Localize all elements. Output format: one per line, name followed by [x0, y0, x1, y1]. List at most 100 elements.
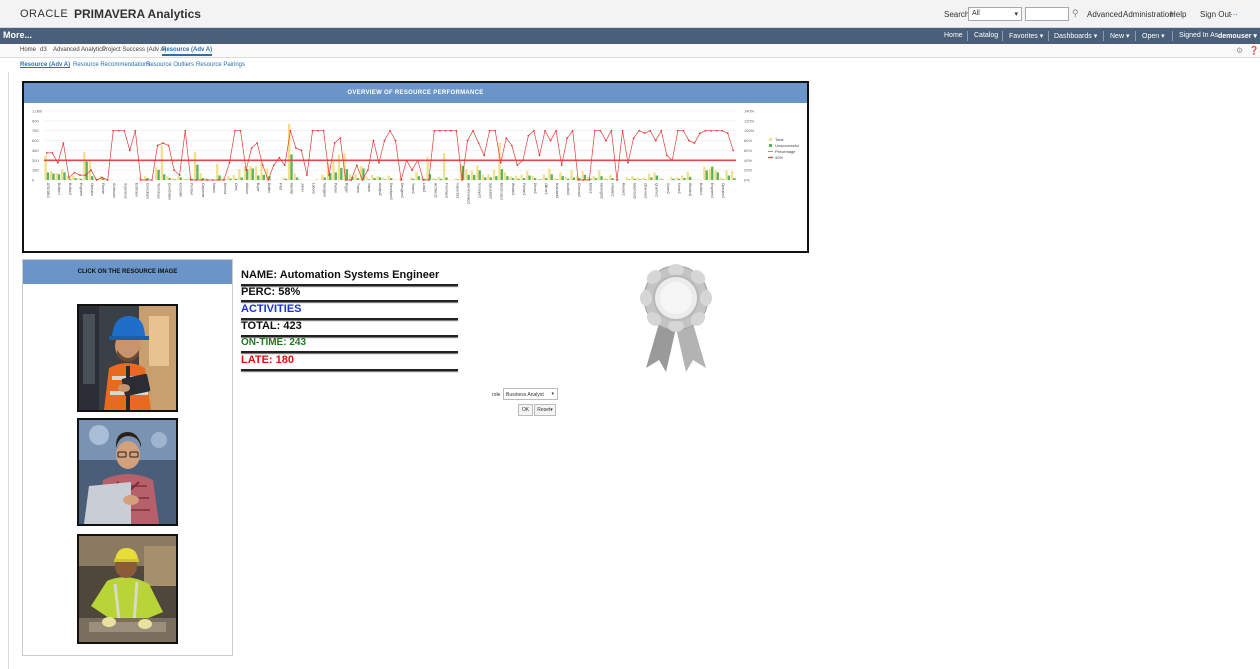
bar-unsuccessful — [384, 179, 387, 180]
bar-unsuccessful — [550, 174, 553, 180]
nav-dashboards[interactable]: Dashboards ▾ — [1054, 32, 1097, 40]
bar-unsuccessful — [284, 178, 288, 180]
percentage-point — [283, 164, 286, 167]
bar-unsuccessful — [572, 177, 576, 180]
percentage-point — [217, 179, 220, 181]
y2-tick-label: 120% — [744, 118, 755, 123]
bar-total — [531, 176, 534, 180]
role-select[interactable]: Business Analyst ▾ — [503, 388, 558, 400]
x-tick-label: Surveyor2 — [478, 183, 482, 198]
nav-home[interactable]: Home — [944, 32, 963, 39]
percentage-point — [156, 144, 159, 147]
bar-total — [559, 172, 562, 180]
percentage-point — [632, 137, 635, 140]
legend-swatch — [769, 144, 772, 147]
bar-total — [725, 170, 728, 180]
percentage-point — [250, 147, 253, 149]
percentage-point — [688, 139, 690, 142]
search-scope-select[interactable]: All ▾ — [968, 7, 1022, 21]
resource-image-worker[interactable] — [77, 534, 178, 644]
top-header: ORACLE PRIMAVERA Analytics Search All ▾ … — [0, 0, 1260, 28]
help-icon[interactable]: ❓ — [1249, 46, 1259, 55]
percentage-point — [726, 132, 729, 135]
x-tick-label: Geologist2 — [599, 183, 603, 199]
user-menu[interactable]: demouser ▾ — [1218, 32, 1257, 40]
x-tick-label: Operator3 — [721, 183, 725, 198]
percentage-point — [372, 139, 375, 142]
on-time-activities: ON-TIME: 243 — [241, 337, 307, 348]
ok-button[interactable]: OK — [518, 404, 533, 416]
search-label: Search — [944, 10, 970, 19]
bar-total — [697, 179, 701, 180]
bar-total — [216, 164, 219, 180]
bar-total — [642, 177, 645, 180]
help-link[interactable]: Help — [1170, 10, 1186, 19]
search-icon[interactable]: ⚲ — [1072, 8, 1079, 19]
percentage-point — [317, 129, 319, 132]
x-tick-label: Builder1 — [57, 183, 61, 195]
percentage-point — [560, 164, 563, 167]
advanced-link[interactable]: Advanced — [1087, 10, 1123, 19]
reset-button[interactable]: Reset▾ — [534, 404, 556, 416]
tab-advanced-analytics[interactable]: Advanced Analytics — [53, 47, 105, 53]
search-input[interactable] — [1025, 7, 1069, 21]
percentage-point — [643, 132, 646, 135]
bar-total — [692, 179, 695, 180]
y-tick-label: 300 — [32, 158, 39, 163]
nav-new[interactable]: New ▾ — [1110, 32, 1129, 40]
bar-total — [476, 165, 479, 180]
subtab-recommendations[interactable]: Resource Recommendations — [73, 62, 150, 68]
bar-total — [719, 177, 723, 180]
percentage-point — [455, 129, 458, 132]
subtab-pairings[interactable]: Resource Pairings — [196, 62, 245, 68]
tab-d3[interactable]: d3 — [40, 47, 47, 53]
y2-tick-label: 40% — [744, 158, 752, 163]
bar-unsuccessful — [356, 178, 360, 180]
tab-project-success[interactable]: Project Success (Adv A) — [102, 47, 166, 53]
bar-total — [166, 176, 169, 180]
legend-label: Total — [775, 137, 784, 142]
bar-unsuccessful — [545, 178, 548, 180]
bar-unsuccessful — [74, 178, 77, 180]
page-divider — [8, 72, 9, 669]
administration-link[interactable]: Administration — [1123, 10, 1174, 19]
tab-resource[interactable]: Resource (Adv A) — [162, 47, 213, 56]
gear-icon[interactable]: ⚙ — [1236, 46, 1243, 55]
nav-catalog[interactable]: Catalog — [974, 32, 998, 39]
bar-total — [348, 174, 352, 180]
bar-total — [77, 178, 80, 180]
bar-unsuccessful — [633, 178, 636, 180]
bar-total — [437, 176, 440, 180]
nav-open[interactable]: Open ▾ — [1142, 32, 1165, 40]
resource-image-engineer[interactable] — [77, 304, 178, 412]
global-nav-bar: More... Home Catalog Favorites ▾ Dashboa… — [0, 28, 1260, 44]
subtab-outliers[interactable]: Resource Outliers — [146, 62, 194, 68]
sign-out-link[interactable]: Sign Out — [1200, 10, 1231, 19]
bar-unsuccessful — [644, 179, 647, 180]
tab-home[interactable]: Home — [20, 47, 36, 53]
bar-total — [553, 178, 557, 180]
percentage-point — [90, 169, 92, 172]
x-tick-label: Joiner — [300, 183, 304, 193]
x-tick-label: Clerk — [234, 183, 238, 191]
resource-image-analyst[interactable] — [77, 418, 178, 526]
resource-name: NAME: Automation Systems Engineer — [241, 269, 440, 281]
nav-favorites[interactable]: Favorites ▾ — [1009, 32, 1043, 40]
x-tick-label: Driver2 — [533, 183, 537, 194]
percentage-point — [494, 129, 497, 132]
bar-total — [415, 171, 418, 180]
percentage-point — [477, 142, 480, 144]
bar-total — [182, 178, 186, 180]
bar-unsuccessful — [661, 179, 664, 180]
bar-unsuccessful — [229, 178, 232, 180]
bar-total — [249, 165, 252, 180]
divider-line — [241, 351, 458, 353]
percentage-point — [206, 179, 209, 181]
more-menu[interactable]: More... — [3, 30, 32, 40]
overflow-icon[interactable]: ⋯ — [1230, 10, 1238, 19]
subtab-resource[interactable]: Resource (Adv A) — [20, 62, 70, 68]
bar-unsuccessful — [334, 172, 337, 180]
bar-unsuccessful — [262, 174, 265, 180]
x-tick-label: Lead2 — [422, 183, 426, 192]
percentage-point — [62, 142, 65, 144]
